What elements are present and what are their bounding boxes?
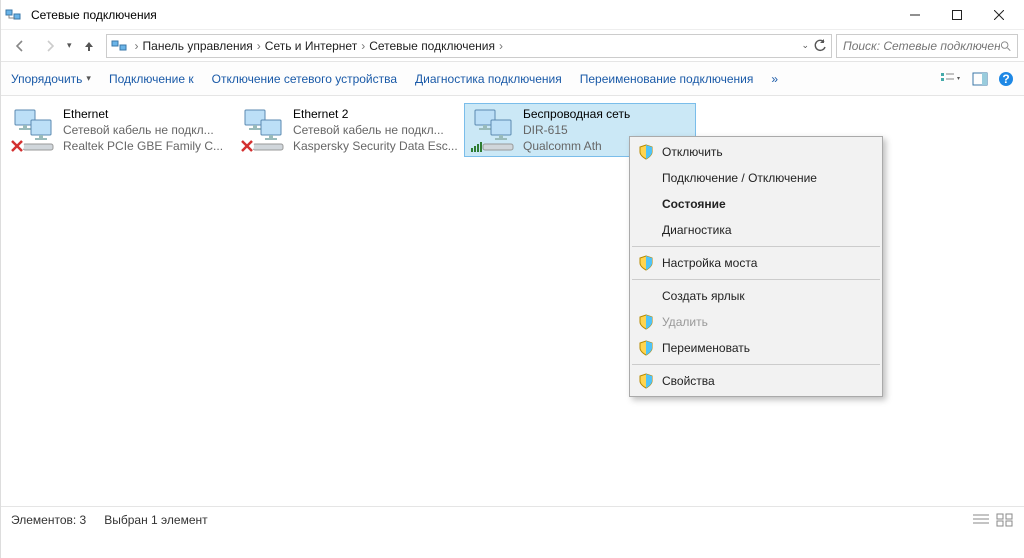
content-area: Ethernet Сетевой кабель не подкл... Real…: [1, 96, 1024, 532]
chevron-right-icon: ›: [359, 39, 367, 53]
location-icon: [111, 38, 127, 54]
maximize-button[interactable]: [936, 1, 978, 29]
minimize-button[interactable]: [894, 1, 936, 29]
context-menu: Отключить Подключение / Отключение Состоян…: [629, 136, 883, 397]
address-bar: ▾ › Панель управления › Сеть и Интернет …: [1, 30, 1024, 62]
status-selected: Выбран 1 элемент: [104, 513, 207, 527]
menu-item[interactable]: Отключить: [630, 139, 882, 165]
menu-item-label: Настройка моста: [662, 256, 757, 270]
ethernet-adapter-icon: [239, 106, 287, 154]
chevron-right-icon: ›: [255, 39, 263, 53]
menu-separator: [632, 279, 880, 280]
menu-item[interactable]: Настройка моста: [630, 250, 882, 276]
menu-item-label: Состояние: [662, 197, 726, 211]
menu-item-label: Удалить: [662, 315, 708, 329]
connection-status: Сетевой кабель не подкл...: [63, 122, 223, 138]
title-bar: Сетевые подключения: [1, 0, 1024, 30]
search-input[interactable]: [836, 34, 1018, 58]
ethernet-adapter-icon: [9, 106, 57, 154]
menu-item[interactable]: Диагностика: [630, 217, 882, 243]
connection-name: Ethernet 2: [293, 106, 458, 122]
back-button[interactable]: [7, 33, 33, 59]
organize-button[interactable]: Упорядочить ▾: [11, 72, 91, 86]
svg-text:?: ?: [1002, 72, 1009, 86]
menu-item: Удалить: [630, 309, 882, 335]
search-field[interactable]: [843, 39, 1000, 53]
forward-button[interactable]: [37, 33, 63, 59]
menu-item-label: Отключить: [662, 145, 723, 159]
menu-item[interactable]: Свойства: [630, 368, 882, 394]
view-options-button[interactable]: [940, 71, 962, 87]
connection-status: DIR-615: [523, 122, 630, 138]
menu-separator: [632, 364, 880, 365]
menu-separator: [632, 246, 880, 247]
network-connections-icon: [5, 7, 21, 23]
toolbar-overflow[interactable]: »: [771, 72, 778, 86]
preview-pane-button[interactable]: [972, 71, 988, 87]
breadcrumb-category[interactable]: Сеть и Интернет: [263, 39, 359, 53]
menu-item[interactable]: Переименовать: [630, 335, 882, 361]
rename-connection-button[interactable]: Переименование подключения: [580, 72, 754, 86]
menu-item[interactable]: Подключение / Отключение: [630, 165, 882, 191]
status-count: Элементов: 3: [11, 513, 86, 527]
menu-item-label: Создать ярлык: [662, 289, 745, 303]
connection-device: Qualcomm Ath: [523, 138, 630, 154]
breadcrumb-root[interactable]: Панель управления: [141, 39, 255, 53]
connection-name: Ethernet: [63, 106, 223, 122]
window-title: Сетевые подключения: [27, 8, 894, 22]
command-bar: Упорядочить ▾ Подключение к Отключение с…: [1, 62, 1024, 96]
refresh-icon[interactable]: [813, 39, 827, 53]
chevron-right-icon: ›: [497, 39, 505, 53]
status-bar: Элементов: 3 Выбран 1 элемент: [1, 506, 1024, 532]
chevron-right-icon: ›: [133, 39, 141, 53]
connect-to-button[interactable]: Подключение к: [109, 72, 194, 86]
menu-item[interactable]: Создать ярлык: [630, 283, 882, 309]
menu-item[interactable]: Состояние: [630, 191, 882, 217]
connection-status: Сетевой кабель не подкл...: [293, 122, 458, 138]
history-dropdown[interactable]: ▾: [67, 40, 72, 51]
diagnose-connection-button[interactable]: Диагностика подключения: [415, 72, 562, 86]
connection-device: Kaspersky Security Data Esc...: [293, 138, 458, 154]
breadcrumb[interactable]: › Панель управления › Сеть и Интернет › …: [106, 34, 832, 58]
connection-device: Realtek PCIe GBE Family C...: [63, 138, 223, 154]
address-dropdown[interactable]: ⌄: [801, 40, 809, 51]
large-icons-view-icon[interactable]: [996, 513, 1014, 527]
up-button[interactable]: [76, 33, 102, 59]
menu-item-label: Свойства: [662, 374, 715, 388]
menu-item-label: Диагностика: [662, 223, 732, 237]
menu-item-label: Подключение / Отключение: [662, 171, 817, 185]
network-connection-item[interactable]: Ethernet Сетевой кабель не подкл... Real…: [5, 104, 235, 156]
connection-name: Беспроводная сеть: [523, 106, 630, 122]
details-view-icon[interactable]: [972, 513, 990, 527]
close-button[interactable]: [978, 1, 1020, 29]
disable-device-button[interactable]: Отключение сетевого устройства: [212, 72, 397, 86]
menu-item-label: Переименовать: [662, 341, 750, 355]
search-icon: [1000, 40, 1011, 52]
network-connection-item[interactable]: Ethernet 2 Сетевой кабель не подкл... Ka…: [235, 104, 465, 156]
breadcrumb-leaf[interactable]: Сетевые подключения: [367, 39, 497, 53]
wifi-adapter-icon: [469, 106, 517, 154]
help-button[interactable]: ?: [998, 71, 1014, 87]
